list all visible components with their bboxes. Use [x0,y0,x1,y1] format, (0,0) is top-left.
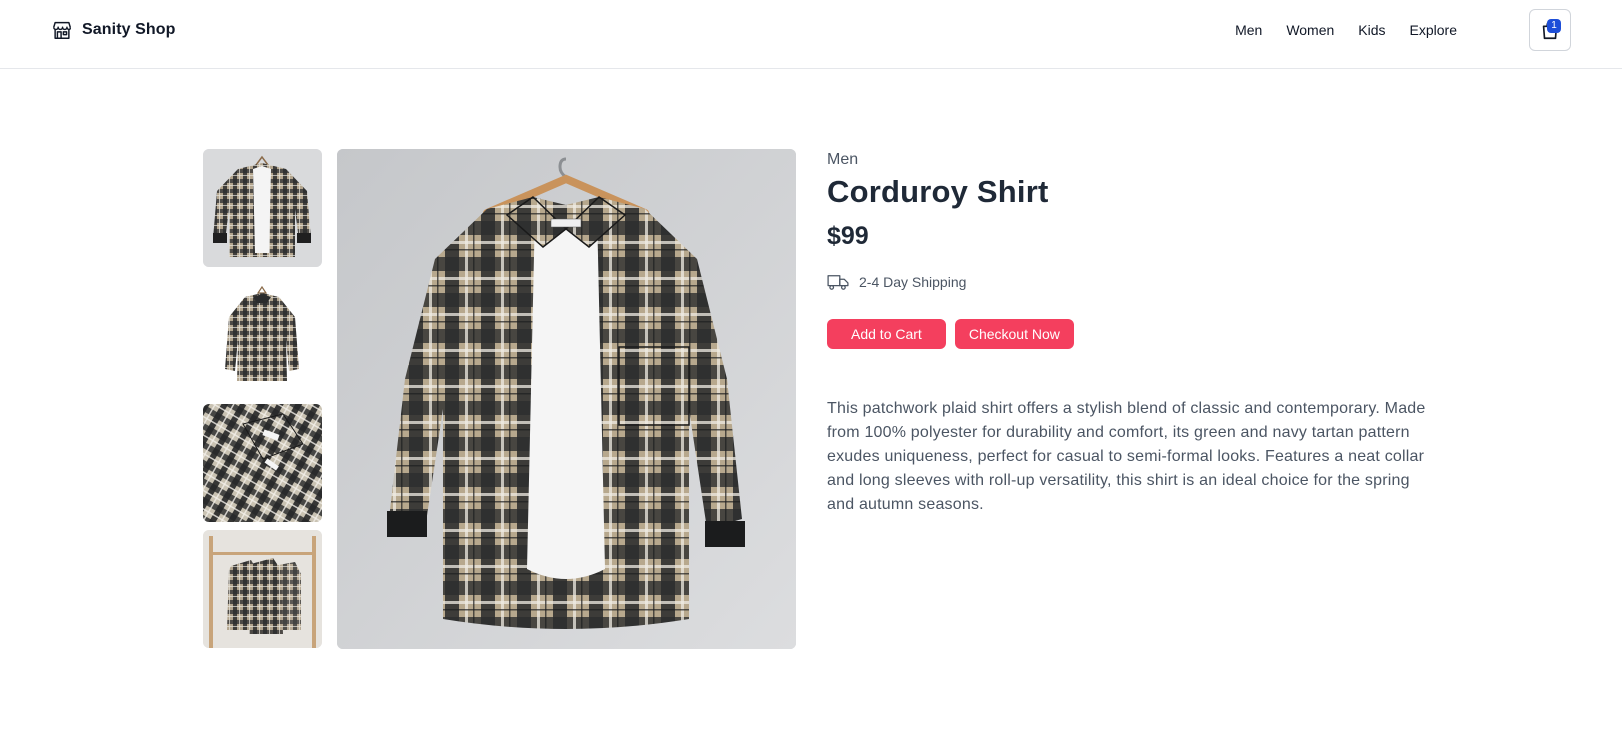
checkout-now-button[interactable]: Checkout Now [954,319,1074,349]
site-header: Sanity Shop Men Women Kids Explore 1 [0,0,1622,69]
thumbnail-shirt-back[interactable] [203,281,322,399]
product-category: Men [827,151,859,168]
shirt-front-image [203,149,322,267]
thumbnail-shirt-front[interactable] [203,149,322,267]
shipping-text: 2-4 Day Shipping [859,274,967,290]
product-title: Corduroy Shirt [827,174,1049,209]
cart-count-badge: 1 [1547,19,1561,33]
truck-icon [827,275,849,290]
cart-button[interactable]: 1 [1529,9,1571,51]
shirt-collar-detail-image [203,404,322,522]
store-icon [53,21,71,39]
shipping-info: 2-4 Day Shipping [827,273,966,291]
brand-name: Sanity Shop [82,21,176,38]
action-buttons: Add to Cart Checkout Now [827,319,1074,349]
main-nav: Men Women Kids Explore [1235,20,1457,40]
nav-item-men[interactable]: Men [1235,20,1262,40]
thumbnail-shirts-on-rack[interactable] [203,530,322,648]
brand-link[interactable]: Sanity Shop [51,18,176,42]
nav-item-kids[interactable]: Kids [1358,20,1385,40]
add-to-cart-button[interactable]: Add to Cart [827,319,946,349]
product-description: This patchwork plaid shirt offers a styl… [827,400,1426,513]
nav-item-women[interactable]: Women [1286,20,1334,40]
main-product-image [337,149,796,649]
plaid-shirt-on-hanger-image [337,149,796,649]
nav-item-explore[interactable]: Explore [1410,20,1457,40]
product-price: $99 [827,222,869,250]
shirt-back-image [203,281,322,399]
shirts-on-rack-image [203,530,322,648]
thumbnail-shirt-collar-detail[interactable] [203,404,322,522]
